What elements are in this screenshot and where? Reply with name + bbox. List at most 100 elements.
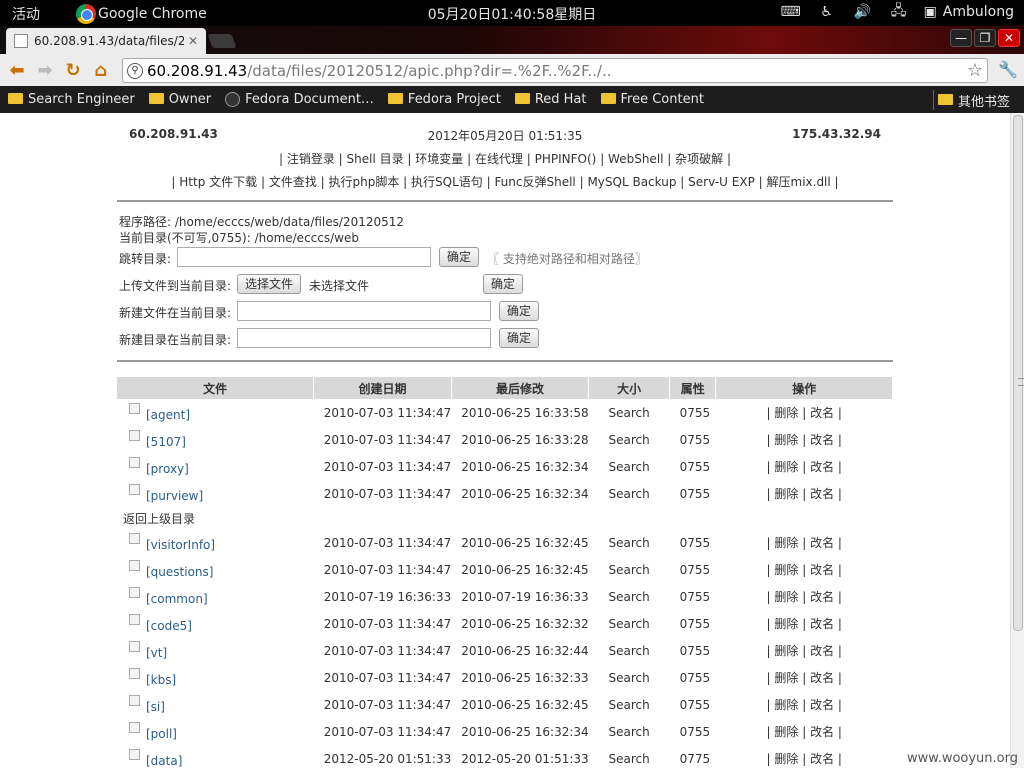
delete-link[interactable]: 删除 <box>774 536 798 550</box>
rename-link[interactable]: 改名 <box>810 671 834 685</box>
bookmark-red-hat[interactable]: Red Hat <box>514 92 587 107</box>
rename-link[interactable]: 改名 <box>810 433 834 447</box>
home-icon[interactable]: ⌂ <box>90 59 112 81</box>
accessibility-icon[interactable]: ♿ <box>816 3 838 21</box>
new-tab-button[interactable] <box>207 34 237 48</box>
volume-icon[interactable]: 🔊 <box>852 3 874 21</box>
reload-icon[interactable]: ↻ <box>62 59 84 81</box>
menu-servu-exp[interactable]: Serv-U EXP <box>688 175 755 189</box>
delete-link[interactable]: 删除 <box>774 725 798 739</box>
jump-dir-input[interactable] <box>177 247 431 267</box>
delete-link[interactable]: 删除 <box>774 563 798 577</box>
rename-link[interactable]: 改名 <box>810 406 834 420</box>
rename-link[interactable]: 改名 <box>810 752 834 766</box>
bookmark-search-engineer[interactable]: Search Engineer <box>8 92 135 107</box>
perm-cell[interactable]: 0755 <box>670 610 716 637</box>
menu-env-vars[interactable]: 环境变量 <box>415 152 463 166</box>
row-checkbox[interactable] <box>129 402 140 414</box>
delete-link[interactable]: 删除 <box>774 617 798 631</box>
bookmark-owner[interactable]: Owner <box>148 92 211 107</box>
page-info-icon[interactable]: ⚲ <box>127 62 143 79</box>
menu-file-search[interactable]: 文件查找 <box>269 175 317 189</box>
rename-link[interactable]: 改名 <box>810 644 834 658</box>
scrollbar-thumb[interactable] <box>1013 115 1024 631</box>
row-checkbox[interactable] <box>129 640 140 652</box>
bookmark-free-content[interactable]: Free Content <box>600 92 704 107</box>
folder-link[interactable]: [proxy] <box>146 462 189 476</box>
delete-link[interactable]: 删除 <box>774 590 798 604</box>
minimize-icon[interactable]: — <box>950 29 972 47</box>
rename-link[interactable]: 改名 <box>810 698 834 712</box>
row-checkbox[interactable] <box>129 586 140 598</box>
menu-exec-php[interactable]: 执行php脚本 <box>329 175 400 189</box>
rename-link[interactable]: 改名 <box>810 590 834 604</box>
keyboard-icon[interactable]: ⌨ <box>780 3 802 21</box>
new-file-input[interactable] <box>237 301 491 321</box>
new-dir-input[interactable] <box>237 328 491 348</box>
folder-link[interactable]: [kbs] <box>146 673 176 687</box>
folder-link[interactable]: [vt] <box>146 646 167 660</box>
perm-cell[interactable]: 0755 <box>670 637 716 664</box>
delete-link[interactable]: 删除 <box>774 433 798 447</box>
folder-link[interactable]: [questions] <box>146 565 213 579</box>
forward-icon[interactable]: ➡ <box>34 59 56 81</box>
close-tab-icon[interactable]: ✕ <box>188 34 198 48</box>
rename-link[interactable]: 改名 <box>810 487 834 501</box>
rename-link[interactable]: 改名 <box>810 536 834 550</box>
restore-icon[interactable]: ❐ <box>974 29 996 47</box>
upload-confirm-button[interactable]: 确定 <box>483 274 524 294</box>
perm-cell[interactable]: 0755 <box>670 691 716 718</box>
delete-link[interactable]: 删除 <box>774 671 798 685</box>
row-checkbox[interactable] <box>129 694 140 706</box>
activities-button[interactable]: 活动 <box>12 4 40 24</box>
rename-link[interactable]: 改名 <box>810 563 834 577</box>
menu-shell-dir[interactable]: Shell 目录 <box>347 152 404 166</box>
new-dir-confirm-button[interactable]: 确定 <box>499 328 540 348</box>
row-checkbox[interactable] <box>129 456 140 468</box>
page-scrollbar[interactable] <box>1010 113 1024 768</box>
bookmark-star-icon[interactable]: ☆ <box>967 60 983 81</box>
row-checkbox[interactable] <box>129 613 140 625</box>
perm-cell[interactable]: 0755 <box>670 426 716 453</box>
folder-link[interactable]: [si] <box>146 700 165 714</box>
col-perm[interactable]: 属性 <box>669 377 717 399</box>
network-icon[interactable]: 🖧 <box>888 3 910 21</box>
perm-cell[interactable]: 0755 <box>670 664 716 691</box>
menu-online-proxy[interactable]: 在线代理 <box>475 152 523 166</box>
address-bar[interactable]: ⚲ 60.208.91.43 /data/files/20120512/apic… <box>122 58 988 83</box>
perm-cell[interactable]: 0755 <box>670 529 716 556</box>
other-bookmarks[interactable]: 其他书签 <box>937 91 1010 110</box>
col-created[interactable]: 创建日期 <box>313 377 452 399</box>
delete-link[interactable]: 删除 <box>774 644 798 658</box>
folder-link[interactable]: [common] <box>146 592 208 606</box>
app-menu[interactable]: Google Chrome <box>76 4 207 24</box>
choose-file-button[interactable]: 选择文件 <box>237 274 302 294</box>
menu-exec-sql[interactable]: 执行SQL语句 <box>411 175 483 189</box>
perm-cell[interactable]: 0755 <box>670 583 716 610</box>
jump-confirm-button[interactable]: 确定 <box>439 247 480 267</box>
perm-cell[interactable]: 0755 <box>670 399 716 426</box>
row-checkbox[interactable] <box>129 667 140 679</box>
delete-link[interactable]: 删除 <box>774 487 798 501</box>
col-file[interactable]: 文件 <box>117 377 315 399</box>
menu-logout[interactable]: 注销登录 <box>287 152 335 166</box>
new-file-confirm-button[interactable]: 确定 <box>499 301 540 321</box>
menu-http-download[interactable]: Http 文件下载 <box>179 175 257 189</box>
row-checkbox[interactable] <box>129 429 140 441</box>
menu-unzip-mixdll[interactable]: 解压mix.dll <box>767 175 831 189</box>
menu-webshell[interactable]: WebShell <box>608 152 663 166</box>
row-checkbox[interactable] <box>129 483 140 495</box>
perm-cell[interactable]: 0755 <box>670 453 716 480</box>
folder-link[interactable]: [5107] <box>146 435 186 449</box>
menu-misc-crack[interactable]: 杂项破解 <box>675 152 723 166</box>
user-menu[interactable]: ▣ Ambulong <box>924 4 1014 20</box>
menu-mysql-backup[interactable]: MySQL Backup <box>587 175 676 189</box>
folder-link[interactable]: [purview] <box>146 489 203 503</box>
perm-cell[interactable]: 0755 <box>670 556 716 583</box>
perm-cell[interactable]: 0755 <box>670 480 716 507</box>
perm-cell[interactable]: 0775 <box>670 745 716 768</box>
rename-link[interactable]: 改名 <box>810 725 834 739</box>
back-icon[interactable]: ⬅ <box>6 59 28 81</box>
rename-link[interactable]: 改名 <box>810 617 834 631</box>
row-checkbox[interactable] <box>129 748 140 760</box>
